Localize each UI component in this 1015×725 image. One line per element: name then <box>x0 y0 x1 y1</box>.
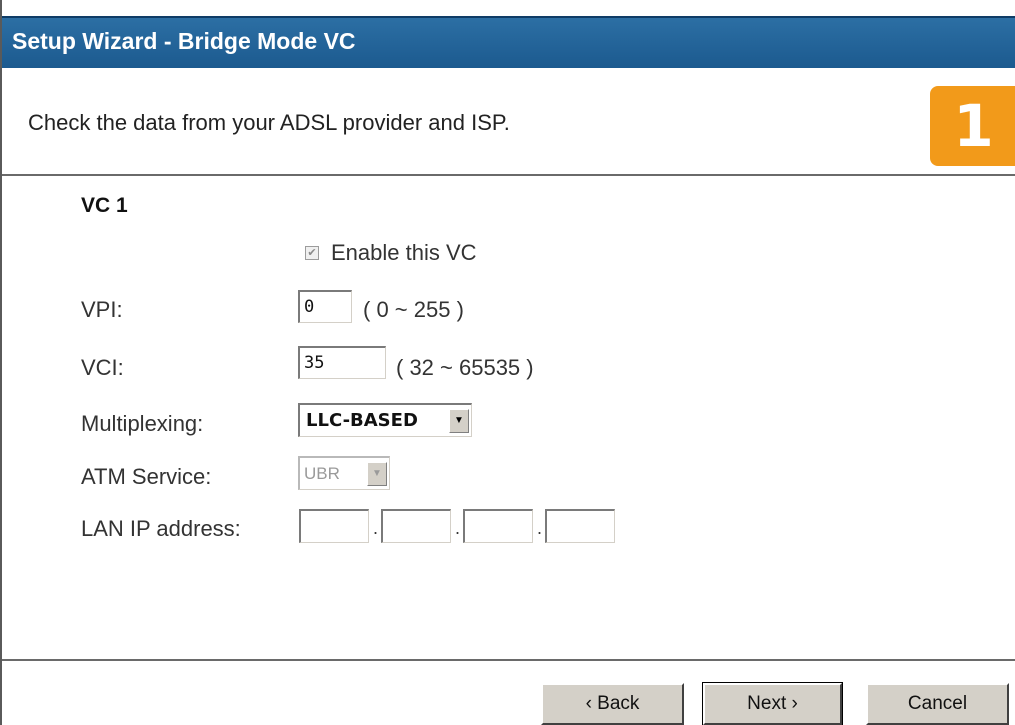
lan-ip-label: LAN IP address: <box>81 516 241 541</box>
back-button[interactable]: ‹ Back <box>541 683 684 725</box>
vpi-input[interactable]: 0 <box>298 290 352 323</box>
enable-vc-row: ✔ Enable this VC <box>305 240 477 266</box>
multiplexing-label: Multiplexing: <box>81 411 204 436</box>
vpi-range-hint: ( 0 ~ 255 ) <box>363 297 464 322</box>
vci-label: VCI: <box>81 355 124 380</box>
chevron-down-icon: ▼ <box>367 461 387 486</box>
window-title: Setup Wizard - Bridge Mode VC <box>12 28 356 54</box>
lan-ip-separator: . <box>537 518 543 538</box>
vci-input[interactable]: 35 <box>298 346 386 379</box>
atm-service-select: UBR ▼ <box>298 456 390 490</box>
lan-ip-separator: . <box>373 518 379 538</box>
vpi-label: VPI: <box>81 297 123 322</box>
lan-ip-separator: . <box>455 518 461 538</box>
setup-wizard-window: Setup Wizard - Bridge Mode VC Check the … <box>0 0 1015 725</box>
instruction-header: Check the data from your ADSL provider a… <box>2 68 1015 176</box>
multiplexing-selected-value: LLC-BASED <box>306 410 418 431</box>
section-title: VC 1 <box>81 194 128 217</box>
multiplexing-select[interactable]: LLC-BASED ▼ <box>298 403 472 437</box>
footer-divider <box>2 659 1015 661</box>
lan-ip-octet-2[interactable] <box>381 509 451 543</box>
cancel-button[interactable]: Cancel <box>866 683 1009 725</box>
lan-ip-octet-4[interactable] <box>545 509 615 543</box>
atm-service-selected-value: UBR <box>304 463 340 483</box>
vci-range-hint: ( 32 ~ 65535 ) <box>396 355 534 380</box>
atm-service-label: ATM Service: <box>81 464 212 489</box>
lan-ip-octet-1[interactable] <box>299 509 369 543</box>
instruction-text: Check the data from your ADSL provider a… <box>28 110 510 135</box>
enable-vc-label: Enable this VC <box>331 240 477 265</box>
lan-ip-octet-3[interactable] <box>463 509 533 543</box>
step-number-badge: 1 <box>930 86 1015 166</box>
next-button[interactable]: Next › <box>702 682 843 725</box>
chevron-down-icon[interactable]: ▼ <box>449 408 469 433</box>
enable-vc-checkbox[interactable]: ✔ <box>305 246 319 260</box>
title-bar: Setup Wizard - Bridge Mode VC <box>2 16 1015 68</box>
